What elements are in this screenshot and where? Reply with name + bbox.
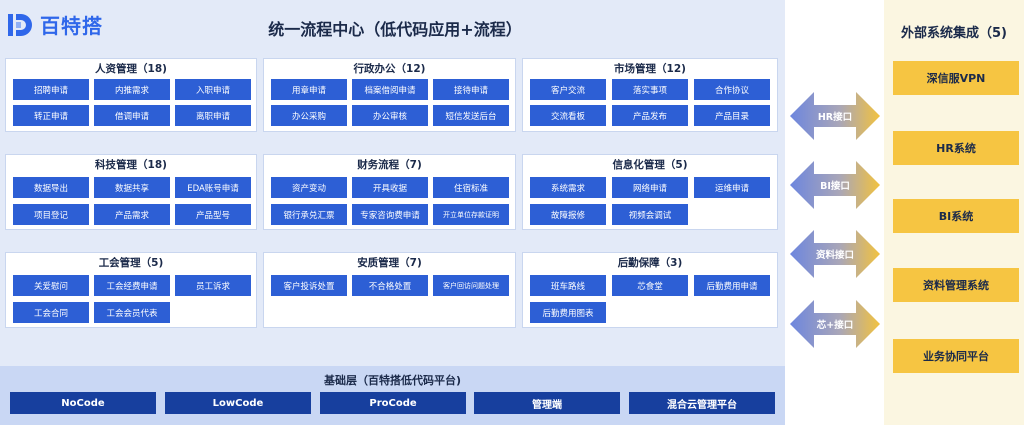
process-chip[interactable]: 视频会调试: [612, 204, 688, 225]
external-chip-docs[interactable]: 资料管理系统: [893, 268, 1019, 302]
interface-label: BI接口: [820, 181, 850, 192]
process-chip[interactable]: 系统需求: [530, 177, 606, 198]
process-chip[interactable]: 关爱慰问: [13, 275, 89, 296]
module-it: 信息化管理（5) 系统需求 网络申请 运维申请 故障报修 视频会调试: [522, 154, 778, 230]
process-chip[interactable]: 用章申请: [271, 79, 347, 100]
base-chip-hybrid-cloud[interactable]: 混合云管理平台: [629, 392, 775, 414]
process-chip[interactable]: 合作协议: [694, 79, 770, 100]
process-chip[interactable]: 住宿标准: [433, 177, 509, 198]
module-title: 信息化管理（5): [612, 159, 688, 171]
module-logistics: 后勤保障（3) 班车路线 芯食堂 后勤费用申请 后勤费用图表: [522, 252, 778, 328]
process-chip[interactable]: 开立单位存款证明: [433, 204, 509, 225]
process-chip[interactable]: 接待申请: [433, 79, 509, 100]
module-hr: 人资管理（18) 招聘申请 内推需求 入职申请 转正申请 借调申请 离职申请: [5, 58, 257, 132]
process-chip[interactable]: 后勤费用申请: [694, 275, 770, 296]
module-safety: 安质管理（7) 客户投诉处置 不合格处置 客户回访问题处理: [263, 252, 516, 328]
logo: 百特搭: [6, 10, 103, 39]
module-title: 科技管理（18): [95, 159, 167, 171]
process-chip[interactable]: 客户回访问题处理: [433, 275, 509, 296]
process-chip[interactable]: 客户投诉处置: [271, 275, 347, 296]
process-chip[interactable]: 班车路线: [530, 275, 606, 296]
external-chip-hr[interactable]: HR系统: [893, 131, 1019, 165]
process-chip[interactable]: 短信发送后台: [433, 105, 509, 126]
interface-label: 资料接口: [815, 250, 854, 261]
process-chip[interactable]: 工会经费申请: [94, 275, 170, 296]
process-chip[interactable]: 办公审核: [352, 105, 428, 126]
logo-text: 百特搭: [40, 14, 103, 38]
module-title: 后勤保障（3): [617, 257, 683, 269]
process-chip[interactable]: 专家咨询费申请: [352, 204, 428, 225]
module-title: 市场管理（12): [614, 63, 686, 75]
process-chip[interactable]: 入职申请: [175, 79, 251, 100]
process-chip[interactable]: 开具收据: [352, 177, 428, 198]
external-chip-vpn[interactable]: 深信服VPN: [893, 61, 1019, 95]
process-chip[interactable]: 产品型号: [175, 204, 251, 225]
module-market: 市场管理（12) 客户交流 落实事项 合作协议 交流看板 产品发布 产品目录: [522, 58, 778, 132]
interface-label: HR接口: [817, 112, 853, 123]
page-title: 统一流程中心（低代码应用+流程）: [268, 20, 522, 39]
module-union: 工会管理（5) 关爱慰问 工会经费申请 员工诉求 工会合同 工会会员代表: [5, 252, 257, 328]
process-chip[interactable]: 客户交流: [530, 79, 606, 100]
module-admin: 行政办公（12) 用章申请 档案借阅申请 接待申请 办公采购 办公审核 短信发送…: [263, 58, 516, 132]
interface-label: 芯+接口: [816, 320, 854, 331]
process-chip[interactable]: 资产变动: [271, 177, 347, 198]
module-title: 人资管理（18): [95, 63, 167, 75]
process-chip[interactable]: 数据共享: [94, 177, 170, 198]
logo-d-icon: [8, 13, 32, 36]
process-chip[interactable]: 项目登记: [13, 204, 89, 225]
process-chip[interactable]: 员工诉求: [175, 275, 251, 296]
process-chip[interactable]: 办公采购: [271, 105, 347, 126]
external-systems-title: 外部系统集成（5): [901, 26, 1007, 41]
process-chip[interactable]: 转正申请: [13, 105, 89, 126]
process-chip[interactable]: EDA账号申请: [175, 177, 251, 198]
process-chip[interactable]: 产品目录: [694, 105, 770, 126]
process-chip[interactable]: 芯食堂: [612, 275, 688, 296]
process-chip[interactable]: 后勤费用图表: [530, 302, 606, 323]
process-chip[interactable]: 招聘申请: [13, 79, 89, 100]
module-title: 财务流程（7): [357, 159, 422, 171]
module-tech: 科技管理（18) 数据导出 数据共享 EDA账号申请 项目登记 产品需求 产品型…: [5, 154, 257, 230]
base-layer-title: 基础层（百特搭低代码平台): [323, 374, 462, 387]
process-chip[interactable]: 落实事项: [612, 79, 688, 100]
process-chip[interactable]: 网络申请: [612, 177, 688, 198]
process-chip[interactable]: 离职申请: [175, 105, 251, 126]
process-chip[interactable]: 交流看板: [530, 105, 606, 126]
base-chip-admin[interactable]: 管理端: [474, 392, 620, 414]
module-title: 行政办公（12): [353, 63, 426, 75]
module-finance: 财务流程（7) 资产变动 开具收据 住宿标准 银行承兑汇票 专家咨询费申请 开立…: [263, 154, 516, 230]
module-title: 工会管理（5): [98, 257, 164, 269]
external-chip-collab[interactable]: 业务协同平台: [893, 339, 1019, 373]
base-chip-lowcode[interactable]: LowCode: [165, 392, 311, 414]
process-chip[interactable]: 运维申请: [694, 177, 770, 198]
process-chip[interactable]: 档案借阅申请: [352, 79, 428, 100]
process-chip[interactable]: 工会合同: [13, 302, 89, 323]
process-chip[interactable]: 内推需求: [94, 79, 170, 100]
base-chip-procode[interactable]: ProCode: [320, 392, 466, 414]
process-chip[interactable]: 银行承兑汇票: [271, 204, 347, 225]
external-chip-bi[interactable]: BI系统: [893, 199, 1019, 233]
process-chip[interactable]: 故障报修: [530, 204, 606, 225]
process-chip[interactable]: 不合格处置: [352, 275, 428, 296]
process-chip[interactable]: 借调申请: [94, 105, 170, 126]
process-chip[interactable]: 数据导出: [13, 177, 89, 198]
process-chip[interactable]: 产品发布: [612, 105, 688, 126]
module-title: 安质管理（7): [357, 257, 422, 269]
process-chip[interactable]: 工会会员代表: [94, 302, 170, 323]
process-chip[interactable]: 产品需求: [94, 204, 170, 225]
base-chip-nocode[interactable]: NoCode: [10, 392, 156, 414]
